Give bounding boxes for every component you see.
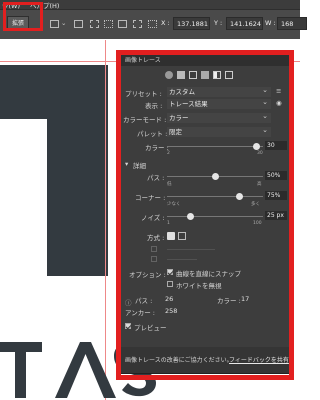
y-field[interactable]: 141.1624 xyxy=(226,17,263,30)
reference-point-icon[interactable] xyxy=(148,20,157,28)
align-icon[interactable] xyxy=(50,20,59,28)
menu-bar: ウ(W) ヘルプ(H) xyxy=(0,0,300,10)
artwork-t-stem xyxy=(47,65,108,276)
control-bar: 拡張 ⌄ X : 137.1881 Y : 141.1624 W : 168 xyxy=(0,9,307,39)
artwork-letter-a xyxy=(55,342,116,398)
x-field[interactable]: 137.1881 xyxy=(173,17,210,30)
width-label: W : xyxy=(265,19,276,27)
artwork-letter-t-stem xyxy=(15,342,26,398)
panel-highlight xyxy=(116,50,294,380)
align-vertical-icon[interactable] xyxy=(104,20,113,28)
transform-icon[interactable] xyxy=(74,20,83,28)
x-label: X : xyxy=(161,19,170,27)
chevron-down-icon[interactable]: ⌄ xyxy=(61,19,66,27)
expand-button-highlight xyxy=(3,2,43,31)
transform-panel-icon[interactable] xyxy=(133,20,142,28)
y-label: Y : xyxy=(214,19,223,27)
width-field[interactable]: 168 xyxy=(277,17,307,30)
align-bottom-icon[interactable] xyxy=(118,20,127,28)
distribute-icon[interactable] xyxy=(90,20,99,28)
